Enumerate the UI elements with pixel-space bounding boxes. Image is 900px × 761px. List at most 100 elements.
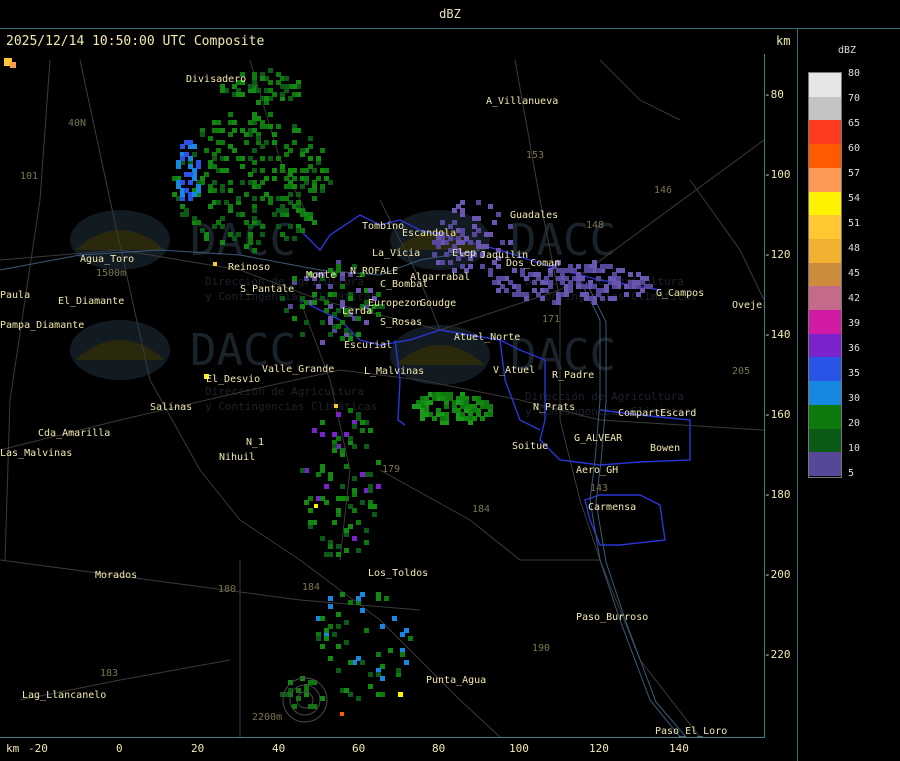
- echo-cell: [608, 296, 613, 301]
- radar-map-canvas[interactable]: DACC Dirección de Agricultura y Continge…: [0, 54, 764, 737]
- echo-cell: [176, 184, 181, 189]
- echo-cell: [452, 408, 457, 413]
- echo-cell: [352, 536, 357, 541]
- echo-cell: [216, 220, 221, 225]
- echo-cell: [356, 596, 361, 601]
- place-label: Las_Malvinas: [0, 448, 72, 459]
- echo-cell: [360, 660, 365, 665]
- place-label: Cda_Amarilla: [38, 428, 110, 439]
- legend-swatch: [809, 120, 841, 145]
- y-tick-label: -100: [764, 168, 791, 181]
- echo-cell: [308, 136, 313, 141]
- echo-cell: [472, 232, 477, 237]
- echo-cell: [448, 396, 453, 401]
- echo-cell: [332, 632, 337, 637]
- radar-map[interactable]: DACC Dirección de Agricultura y Continge…: [0, 54, 765, 738]
- x-tick-label: -20: [28, 742, 48, 755]
- echo-cell: [488, 232, 493, 237]
- place-label: Goudge: [420, 298, 456, 309]
- echo-cell: [320, 148, 325, 153]
- echo-cell: [276, 124, 281, 129]
- place-label: Aero_GH: [576, 465, 618, 476]
- echo-cell: [328, 332, 333, 337]
- echo-cell: [276, 156, 281, 161]
- echo-cell: [352, 476, 357, 481]
- echo-cell: [564, 292, 569, 297]
- echo-cell: [480, 264, 485, 269]
- x-tick-label: 100: [509, 742, 529, 755]
- echo-cell: [340, 452, 345, 457]
- echo-cell: [332, 520, 337, 525]
- echo-cell: [256, 88, 261, 93]
- echo-cell: [360, 420, 365, 425]
- echo-cell: [544, 276, 549, 281]
- place-label: Bowen: [650, 443, 680, 454]
- echo-cell: [300, 468, 305, 473]
- echo-cell: [248, 172, 253, 177]
- echo-cell: [256, 184, 261, 189]
- echo-cell: [452, 208, 457, 213]
- echo-cell: [536, 272, 541, 277]
- echo-cell: [228, 204, 233, 209]
- echo-cell: [356, 520, 361, 525]
- legend-value: 48: [848, 243, 861, 254]
- legend-swatch: [809, 381, 841, 406]
- echo-cell: [336, 324, 341, 329]
- echo-cell: [244, 132, 249, 137]
- echo-cell: [216, 200, 221, 205]
- echo-cell: [380, 676, 385, 681]
- echo-cell: [556, 276, 561, 281]
- echo-cell: [408, 636, 413, 641]
- echo-cell: [336, 644, 341, 649]
- x-tick-label: 0: [116, 742, 123, 755]
- echo-cell: [312, 428, 317, 433]
- place-label: Lag_Llancanelo: [22, 690, 106, 701]
- echo-cell: [568, 280, 573, 285]
- echo-cell: [220, 128, 225, 133]
- echo-cell: [496, 212, 501, 217]
- x-tick-label: 120: [589, 742, 609, 755]
- echo-cell: [472, 216, 477, 221]
- echo-cell: [292, 316, 297, 321]
- echo-cell: [228, 188, 233, 193]
- echo-cell: [416, 404, 421, 409]
- echo-cell: [344, 620, 349, 625]
- place-label: La_Vicia: [372, 248, 420, 259]
- echo-cell: [352, 488, 357, 493]
- place-label: Punta_Agua: [426, 675, 486, 686]
- echo-cell: [336, 436, 341, 441]
- echo-cell: [272, 132, 277, 137]
- place-label: Atuel_Norte: [454, 332, 520, 343]
- echo-cell: [320, 696, 325, 701]
- echo-cell: [304, 320, 309, 325]
- legend-swatch: [809, 286, 841, 311]
- echo-cell: [216, 148, 221, 153]
- place-label: Guadales: [510, 210, 558, 221]
- echo-cell: [532, 288, 537, 293]
- echo-cell: [440, 220, 445, 225]
- echo-cell: [264, 192, 269, 197]
- echo-cell: [272, 140, 277, 145]
- echo-cell: [260, 168, 265, 173]
- echo-cell: [304, 300, 309, 305]
- echo-cell: [288, 148, 293, 153]
- echo-cell: [576, 276, 581, 281]
- y-tick-label: -120: [764, 248, 791, 261]
- legend-swatch: [809, 215, 841, 240]
- legend-value: 42: [848, 293, 861, 304]
- echo-cell: [376, 592, 381, 597]
- volcano-contours: [282, 677, 328, 723]
- echo-cell: [636, 272, 641, 277]
- echo-cell: [480, 244, 485, 249]
- echo-cell: [424, 412, 429, 417]
- place-label: N_Prats: [533, 402, 575, 413]
- place-label: Soitue: [512, 441, 548, 452]
- x-axis-unit: km: [6, 742, 20, 755]
- echo-cell: [196, 220, 201, 225]
- legend-swatch: [809, 191, 841, 216]
- echo-cell: [292, 276, 297, 281]
- echo-cell: [436, 240, 441, 245]
- echo-cell: [588, 268, 593, 273]
- echo-cell: [192, 144, 197, 149]
- echo-cell: [336, 612, 341, 617]
